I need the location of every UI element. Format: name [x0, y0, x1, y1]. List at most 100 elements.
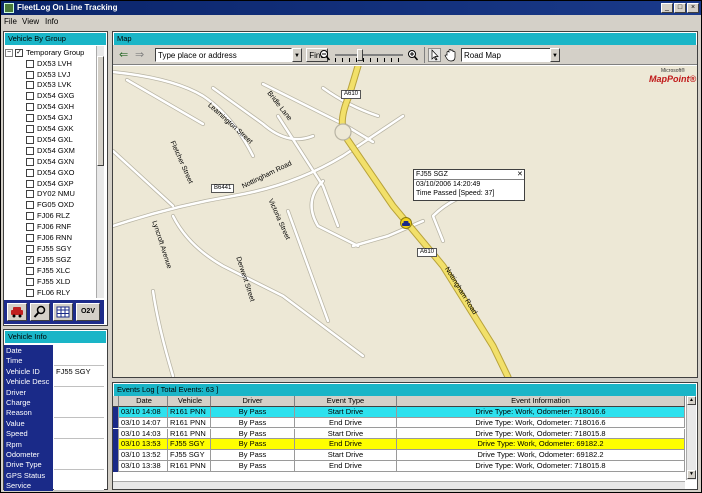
- vehicle-info-row: Service: [4, 480, 104, 492]
- vehicle-checkbox[interactable]: [26, 288, 34, 297]
- vehicle-checkbox[interactable]: [26, 244, 34, 253]
- info-label: Driver: [4, 386, 53, 398]
- maximize-button[interactable]: □: [674, 3, 686, 13]
- vehicle-checkbox[interactable]: [26, 135, 34, 144]
- address-dropdown-arrow[interactable]: ▼: [292, 48, 302, 62]
- vehicle-tree-item[interactable]: DX54 GXO: [4, 168, 97, 179]
- vehicle-group-title: Vehicle By Group: [5, 33, 106, 45]
- minimize-button[interactable]: _: [661, 3, 673, 13]
- zoom-in-magnifier-icon[interactable]: [407, 48, 419, 62]
- vehicle-tree-item[interactable]: FJ55 XLD: [4, 277, 97, 288]
- vehicle-tree-item[interactable]: DX54 GXM: [4, 146, 97, 157]
- vehicle-tree-item[interactable]: DX54 GXN: [4, 157, 97, 168]
- vehicle-checkbox[interactable]: [26, 92, 34, 101]
- pan-hand-icon[interactable]: [444, 48, 457, 62]
- header-date[interactable]: Date: [119, 396, 168, 407]
- search-vehicle-button[interactable]: [30, 303, 50, 321]
- vehicle-tree-item[interactable]: DX54 GXL: [4, 135, 97, 146]
- event-row[interactable]: 03/10 14:07 R161 PNN By Pass End Drive Drive…: [113, 417, 685, 429]
- vehicle-tree-item[interactable]: FJ55 SGY: [4, 244, 97, 255]
- events-horizontal-scrollbar[interactable]: [113, 481, 685, 489]
- menu-info[interactable]: Info: [45, 17, 58, 26]
- vehicle-info-row: Rpm: [4, 438, 104, 450]
- vehicle-tree-item[interactable]: DX54 GXK: [4, 124, 97, 135]
- scrollbar-thumb[interactable]: [97, 56, 104, 166]
- event-driver: By Pass: [211, 417, 295, 429]
- vehicle-tree-item[interactable]: FL06 RLY: [4, 288, 97, 299]
- zoom-slider-thumb[interactable]: [357, 49, 363, 61]
- scroll-up-arrow-icon[interactable]: ▲: [687, 396, 696, 405]
- event-row[interactable]: 03/10 14:08 R161 PNN By Pass Start Drive Dri…: [113, 407, 685, 418]
- vehicle-checkbox[interactable]: [26, 234, 34, 242]
- vehicle-label: DX54 GXG: [37, 91, 75, 101]
- event-row[interactable]: 03/10 14:03 R161 PNN By Pass Start Drive Dri…: [113, 428, 685, 440]
- event-row[interactable]: 03/10 13:53 FJ55 SGY By Pass End Drive Drive…: [113, 439, 685, 450]
- vehicle-checkbox[interactable]: [26, 146, 34, 155]
- vehicle-tree-item[interactable]: FJ06 RNN: [4, 233, 97, 244]
- vehicle-checkbox[interactable]: [26, 179, 34, 188]
- vehicle-checkbox[interactable]: [26, 212, 34, 221]
- vehicle-tree-item[interactable]: DX53 LVJ: [4, 70, 97, 81]
- vehicle-checkbox[interactable]: [26, 59, 34, 68]
- group-checkbox[interactable]: ✓: [15, 49, 23, 57]
- close-button[interactable]: ×: [687, 3, 699, 13]
- vehicle-tree-scrollbar[interactable]: [96, 46, 104, 298]
- vehicle-tree-item[interactable]: DX54 GXP: [4, 179, 97, 190]
- title-bar[interactable]: FleetLog On Line Tracking _ □ ×: [1, 1, 701, 15]
- vehicle-checkbox[interactable]: [26, 103, 34, 112]
- vehicle-icon-button[interactable]: [7, 303, 27, 321]
- header-event-information[interactable]: Event Information: [397, 396, 685, 407]
- zoom-slider-track[interactable]: [335, 54, 403, 56]
- vehicle-tree-item[interactable]: DX54 GXG: [4, 91, 97, 102]
- vehicle-tree-item[interactable]: DX53 LVK: [4, 80, 97, 91]
- select-pointer-icon[interactable]: [428, 48, 441, 62]
- vehicle-checkbox[interactable]: [26, 70, 34, 79]
- vehicle-checkbox[interactable]: [26, 125, 34, 133]
- map-canvas[interactable]: Bridle Lane Leamington Street Fletcher S…: [113, 66, 697, 377]
- vehicle-checkbox[interactable]: [26, 266, 34, 275]
- zoom-out-magnifier-icon[interactable]: [319, 48, 331, 62]
- vehicle-checkbox[interactable]: [26, 190, 34, 199]
- vehicle-checkbox[interactable]: [26, 114, 34, 123]
- map-style-select[interactable]: Road Map: [461, 48, 560, 62]
- vehicle-tree-item[interactable]: DY02 NMU: [4, 189, 97, 200]
- header-event-type[interactable]: Event Type: [295, 396, 397, 407]
- vehicle-checkbox[interactable]: [26, 81, 34, 90]
- events-scrollbar[interactable]: ▲ ▼: [686, 396, 696, 480]
- o2v-button[interactable]: O2V: [76, 303, 100, 321]
- vehicle-marker[interactable]: [400, 217, 412, 229]
- header-driver[interactable]: Driver: [211, 396, 295, 407]
- vehicle-checkbox[interactable]: [26, 201, 34, 210]
- address-input[interactable]: Type place or address: [155, 48, 292, 62]
- vehicle-tree-item[interactable]: ✓ FJ55 SGZ: [4, 255, 97, 266]
- vehicle-tree-item[interactable]: DX54 GXH: [4, 102, 97, 113]
- header-vehicle[interactable]: Vehicle: [168, 396, 211, 407]
- map-style-dropdown-arrow[interactable]: ▼: [550, 48, 560, 62]
- menu-file[interactable]: File: [4, 17, 17, 26]
- vehicle-checkbox[interactable]: [26, 223, 34, 232]
- menu-view[interactable]: View: [22, 17, 39, 26]
- vehicle-tree-item[interactable]: DX53 LVH: [4, 59, 97, 70]
- popup-close-icon[interactable]: ✕: [517, 170, 523, 178]
- vehicle-checkbox[interactable]: [26, 168, 34, 177]
- info-value: [54, 407, 104, 419]
- vehicle-checkbox[interactable]: ✓: [26, 255, 34, 264]
- info-label: GPS Status: [4, 469, 53, 481]
- vehicle-tree-item[interactable]: FJ06 RNF: [4, 222, 97, 233]
- forward-arrow-icon[interactable]: ⇒: [135, 48, 147, 62]
- vehicle-tree-item[interactable]: FG05 OXD: [4, 200, 97, 211]
- scroll-down-arrow-icon[interactable]: ▼: [687, 470, 696, 479]
- info-value: [54, 449, 104, 460]
- tree-group-row[interactable]: − ✓ Temporary Group: [4, 48, 97, 59]
- tree-collapse-toggle[interactable]: −: [5, 49, 13, 57]
- popup-datetime: 03/10/2006 14:20:49: [416, 181, 481, 188]
- grid-view-button[interactable]: [53, 303, 73, 321]
- event-row[interactable]: 03/10 13:38 R161 PNN By Pass End Drive Drive…: [113, 461, 685, 472]
- vehicle-checkbox[interactable]: [26, 277, 34, 286]
- vehicle-checkbox[interactable]: [26, 157, 34, 166]
- vehicle-tree-item[interactable]: FJ06 RLZ: [4, 211, 97, 222]
- event-row[interactable]: 03/10 13:52 FJ55 SGY By Pass Start Drive Dri…: [113, 450, 685, 461]
- back-arrow-icon[interactable]: ⇐: [119, 48, 131, 62]
- vehicle-tree-item[interactable]: FJ55 XLC: [4, 266, 97, 277]
- vehicle-tree-item[interactable]: DX54 GXJ: [4, 113, 97, 124]
